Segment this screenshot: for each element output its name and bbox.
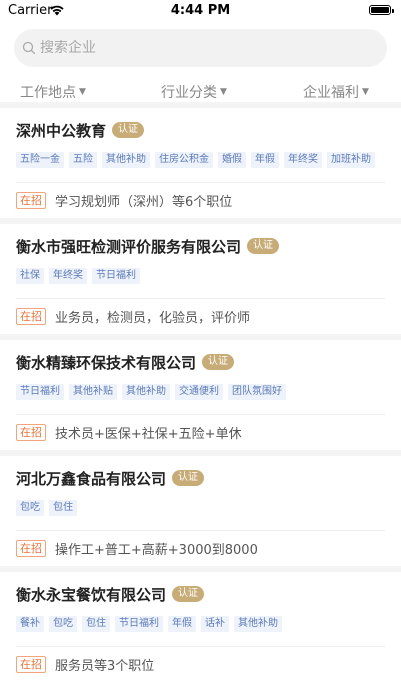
job-summary: 在招 学习规划师（深州）等6个职位 bbox=[16, 182, 385, 218]
benefit-tags: 五险一金 五险 其他补助 住房公积金 婚假 年假 年终奖 加班补助 bbox=[16, 152, 385, 182]
hiring-badge: 在招 bbox=[16, 192, 46, 209]
filter-industry[interactable]: 行业分类 ▼ bbox=[161, 82, 227, 102]
filter-location[interactable]: 工作地点 ▼ bbox=[20, 82, 86, 102]
company-name: 深州中公教育 bbox=[16, 121, 107, 140]
verified-badge: 认证 bbox=[247, 238, 280, 254]
benefit-tags: 社保 年终奖 节日福利 bbox=[16, 268, 385, 298]
benefit-tag: 五险 bbox=[69, 152, 97, 168]
search-input[interactable] bbox=[40, 40, 340, 56]
benefit-tag: 社保 bbox=[16, 268, 44, 284]
company-header: 衡水永宝餐饮有限公司 认证 bbox=[16, 572, 385, 616]
benefit-tag: 其他补贴 bbox=[69, 384, 117, 400]
verified-badge: 认证 bbox=[112, 122, 145, 138]
job-text: 技术员+医保+社保+五险+单休 bbox=[55, 427, 242, 442]
job-text: 业务员，检测员，化验员，评价师 bbox=[55, 311, 251, 326]
benefit-tag: 年假 bbox=[251, 152, 279, 168]
benefit-tag: 包住 bbox=[49, 500, 77, 516]
status-bar: Carrier 4:44 PM bbox=[0, 0, 401, 22]
company-header: 河北万鑫食品有限公司 认证 bbox=[16, 456, 385, 500]
benefit-tag: 节日福利 bbox=[16, 384, 64, 400]
caret-down-icon: ▼ bbox=[79, 87, 86, 97]
company-name: 衡水永宝餐饮有限公司 bbox=[16, 585, 167, 604]
benefit-tag: 婚假 bbox=[218, 152, 246, 168]
battery-icon bbox=[369, 5, 394, 15]
benefit-tag: 五险一金 bbox=[16, 152, 64, 168]
benefit-tag: 住房公积金 bbox=[155, 152, 213, 168]
company-name: 河北万鑫食品有限公司 bbox=[16, 469, 167, 488]
benefit-tags: 包吃 包住 bbox=[16, 500, 385, 530]
filter-label: 工作地点 bbox=[20, 85, 76, 101]
benefit-tag: 节日福利 bbox=[115, 616, 163, 632]
filter-benefits[interactable]: 企业福利 ▼ bbox=[303, 82, 369, 102]
verified-badge: 认证 bbox=[172, 470, 205, 486]
benefit-tag: 加班补助 bbox=[327, 152, 375, 168]
benefit-tags: 节日福利 其他补贴 其他补助 交通便利 团队氛围好 bbox=[16, 384, 385, 414]
hiring-badge: 在招 bbox=[16, 540, 46, 557]
job-summary: 在招 服务员等3个职位 bbox=[16, 646, 385, 682]
job-summary: 在招 操作工+普工+高薪+3000到8000 bbox=[16, 530, 385, 566]
company-card[interactable]: 衡水永宝餐饮有限公司 认证 餐补 包吃 包住 节日福利 年假 话补 其他补助 在… bbox=[0, 572, 401, 682]
caret-down-icon: ▼ bbox=[362, 87, 369, 97]
search-icon bbox=[22, 41, 36, 55]
job-summary: 在招 业务员，检测员，化验员，评价师 bbox=[16, 298, 385, 334]
job-text: 学习规划师（深州）等6个职位 bbox=[55, 195, 233, 210]
filter-label: 行业分类 bbox=[161, 85, 217, 101]
benefit-tag: 包吃 bbox=[16, 500, 44, 516]
job-summary: 在招 技术员+医保+社保+五险+单休 bbox=[16, 414, 385, 450]
company-name: 衡水市强旺检测评价服务有限公司 bbox=[16, 237, 242, 256]
benefit-tag: 年假 bbox=[168, 616, 196, 632]
company-card[interactable]: 河北万鑫食品有限公司 认证 包吃 包住 在招 操作工+普工+高薪+3000到80… bbox=[0, 456, 401, 566]
benefit-tag: 其他补助 bbox=[234, 616, 282, 632]
caret-down-icon: ▼ bbox=[220, 87, 227, 97]
company-card[interactable]: 衡水市强旺检测评价服务有限公司 认证 社保 年终奖 节日福利 在招 业务员，检测… bbox=[0, 224, 401, 334]
company-header: 衡水市强旺检测评价服务有限公司 认证 bbox=[16, 224, 385, 268]
company-list: 深州中公教育 认证 五险一金 五险 其他补助 住房公积金 婚假 年假 年终奖 加… bbox=[0, 102, 401, 682]
filter-label: 企业福利 bbox=[303, 85, 359, 101]
benefit-tag: 话补 bbox=[201, 616, 229, 632]
benefit-tag: 交通便利 bbox=[175, 384, 223, 400]
benefit-tags: 餐补 包吃 包住 节日福利 年假 话补 其他补助 bbox=[16, 616, 385, 646]
benefit-tag: 其他补助 bbox=[122, 384, 170, 400]
benefit-tag: 包住 bbox=[82, 616, 110, 632]
job-text: 服务员等3个职位 bbox=[55, 659, 155, 674]
benefit-tag: 年终奖 bbox=[49, 268, 87, 284]
benefit-tag: 包吃 bbox=[49, 616, 77, 632]
search-bar[interactable] bbox=[14, 29, 387, 67]
benefit-tag: 年终奖 bbox=[284, 152, 322, 168]
verified-badge: 认证 bbox=[202, 354, 235, 370]
company-header: 衡水精臻环保技术有限公司 认证 bbox=[16, 340, 385, 384]
benefit-tag: 其他补助 bbox=[102, 152, 150, 168]
benefit-tag: 团队氛围好 bbox=[228, 384, 286, 400]
verified-badge: 认证 bbox=[172, 586, 205, 602]
hiring-badge: 在招 bbox=[16, 308, 46, 325]
clock: 4:44 PM bbox=[170, 3, 231, 18]
company-card[interactable]: 衡水精臻环保技术有限公司 认证 节日福利 其他补贴 其他补助 交通便利 团队氛围… bbox=[0, 340, 401, 450]
company-header: 深州中公教育 认证 bbox=[16, 108, 385, 152]
company-name: 衡水精臻环保技术有限公司 bbox=[16, 353, 197, 372]
job-text: 操作工+普工+高薪+3000到8000 bbox=[55, 543, 258, 558]
hiring-badge: 在招 bbox=[16, 424, 46, 441]
benefit-tag: 餐补 bbox=[16, 616, 44, 632]
company-card[interactable]: 深州中公教育 认证 五险一金 五险 其他补助 住房公积金 婚假 年假 年终奖 加… bbox=[0, 108, 401, 218]
benefit-tag: 节日福利 bbox=[92, 268, 140, 284]
